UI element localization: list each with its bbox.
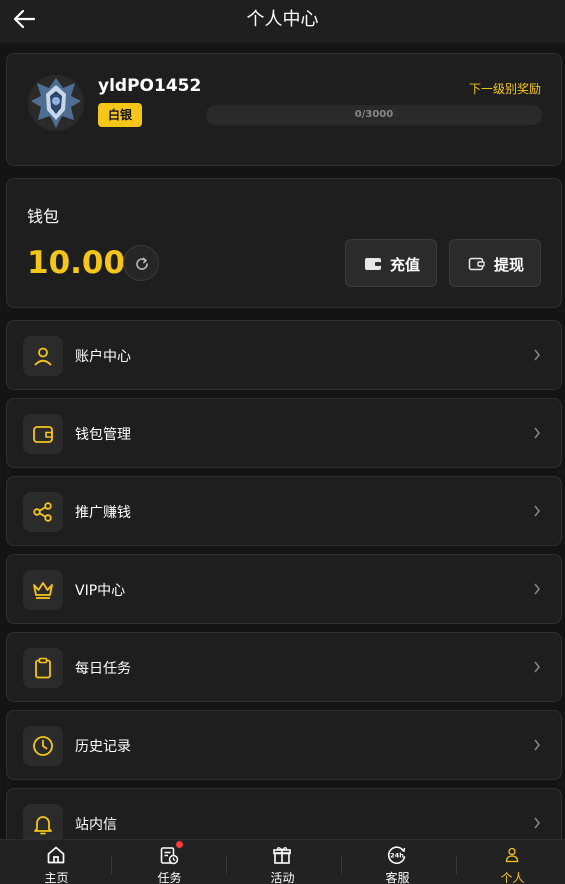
tab-activity[interactable]: 活动 bbox=[226, 840, 339, 884]
top-bar: 个人中心 bbox=[0, 0, 565, 43]
menu-item-daily-tasks[interactable]: 每日任务 bbox=[6, 632, 562, 702]
crown-icon bbox=[33, 582, 53, 599]
menu-item-label: 历史记录 bbox=[75, 739, 131, 755]
bell-icon bbox=[34, 816, 52, 835]
task-icon bbox=[160, 847, 179, 865]
menu-item-account-center[interactable]: 账户中心 bbox=[6, 320, 562, 390]
wallet-card: 钱包 10.00 充值 提现 bbox=[6, 178, 562, 308]
person-icon bbox=[505, 847, 519, 863]
profile-card: yldPO1452 白银 下一级别奖励 0/3000 bbox=[6, 53, 562, 166]
notification-dot bbox=[176, 841, 183, 848]
chevron-right-icon bbox=[534, 349, 540, 361]
tier-badge: 白银 bbox=[98, 103, 143, 127]
deposit-label: 充值 bbox=[390, 256, 421, 274]
home-icon bbox=[47, 846, 65, 864]
wallet-balance: 10.00 bbox=[27, 245, 126, 281]
level-progress-bar: 0/3000 bbox=[206, 105, 542, 125]
withdraw-button[interactable]: 提现 bbox=[449, 239, 541, 287]
gift-icon bbox=[273, 847, 291, 864]
menu-item-referral[interactable]: 推广赚钱 bbox=[6, 476, 562, 546]
wallet-title: 钱包 bbox=[27, 207, 60, 226]
tab-label: 个人 bbox=[500, 871, 525, 884]
menu-item-wallet-management[interactable]: 钱包管理 bbox=[6, 398, 562, 468]
tab-label: 活动 bbox=[270, 871, 295, 884]
menu-item-vip-center[interactable]: VIP中心 bbox=[6, 554, 562, 624]
wallet-icon bbox=[33, 426, 53, 443]
chevron-right-icon bbox=[534, 817, 540, 829]
tab-divider bbox=[111, 856, 112, 874]
menu-item-label: VIP中心 bbox=[75, 583, 126, 599]
level-progress-text: 0/3000 bbox=[354, 109, 394, 120]
menu-item-label: 推广赚钱 bbox=[75, 505, 131, 521]
menu-item-label: 每日任务 bbox=[75, 661, 131, 677]
chevron-right-icon bbox=[534, 661, 540, 673]
clock-icon bbox=[33, 736, 53, 756]
tab-tasks[interactable]: 任务 bbox=[113, 840, 226, 884]
menu-item-label: 站内信 bbox=[75, 817, 117, 833]
tab-label: 主页 bbox=[44, 871, 69, 884]
chevron-right-icon bbox=[534, 505, 540, 517]
next-reward-link[interactable]: 下一级别奖励 bbox=[469, 80, 541, 97]
tab-profile[interactable]: 个人 bbox=[456, 840, 565, 884]
deposit-button[interactable]: 充值 bbox=[345, 239, 437, 287]
clipboard-icon bbox=[35, 657, 51, 679]
menu-item-label: 钱包管理 bbox=[75, 427, 131, 443]
withdraw-icon bbox=[468, 257, 485, 271]
chevron-right-icon bbox=[534, 583, 540, 595]
bottom-tab-bar: 主页 任务 活动 24h 客服 个人 bbox=[0, 839, 565, 884]
svg-text:24h: 24h bbox=[390, 852, 404, 860]
user-icon bbox=[34, 347, 52, 366]
tab-home[interactable]: 主页 bbox=[0, 840, 113, 884]
wallet-icon bbox=[365, 258, 381, 270]
chevron-right-icon bbox=[534, 427, 540, 439]
support-24h-icon: 24h bbox=[387, 846, 406, 864]
withdraw-label: 提现 bbox=[494, 256, 525, 274]
menu-item-history[interactable]: 历史记录 bbox=[6, 710, 562, 780]
tab-label: 任务 bbox=[157, 871, 182, 884]
refresh-button[interactable] bbox=[123, 245, 159, 281]
tab-support[interactable]: 24h 客服 bbox=[341, 840, 454, 884]
menu-item-label: 账户中心 bbox=[75, 349, 131, 365]
tab-label: 客服 bbox=[385, 871, 410, 884]
chevron-right-icon bbox=[534, 739, 540, 751]
username: yldPO1452 bbox=[98, 76, 202, 96]
page-title: 个人中心 bbox=[246, 9, 319, 30]
rank-emblem-icon bbox=[28, 75, 84, 131]
refresh-icon bbox=[136, 257, 148, 270]
share-icon bbox=[33, 502, 52, 522]
